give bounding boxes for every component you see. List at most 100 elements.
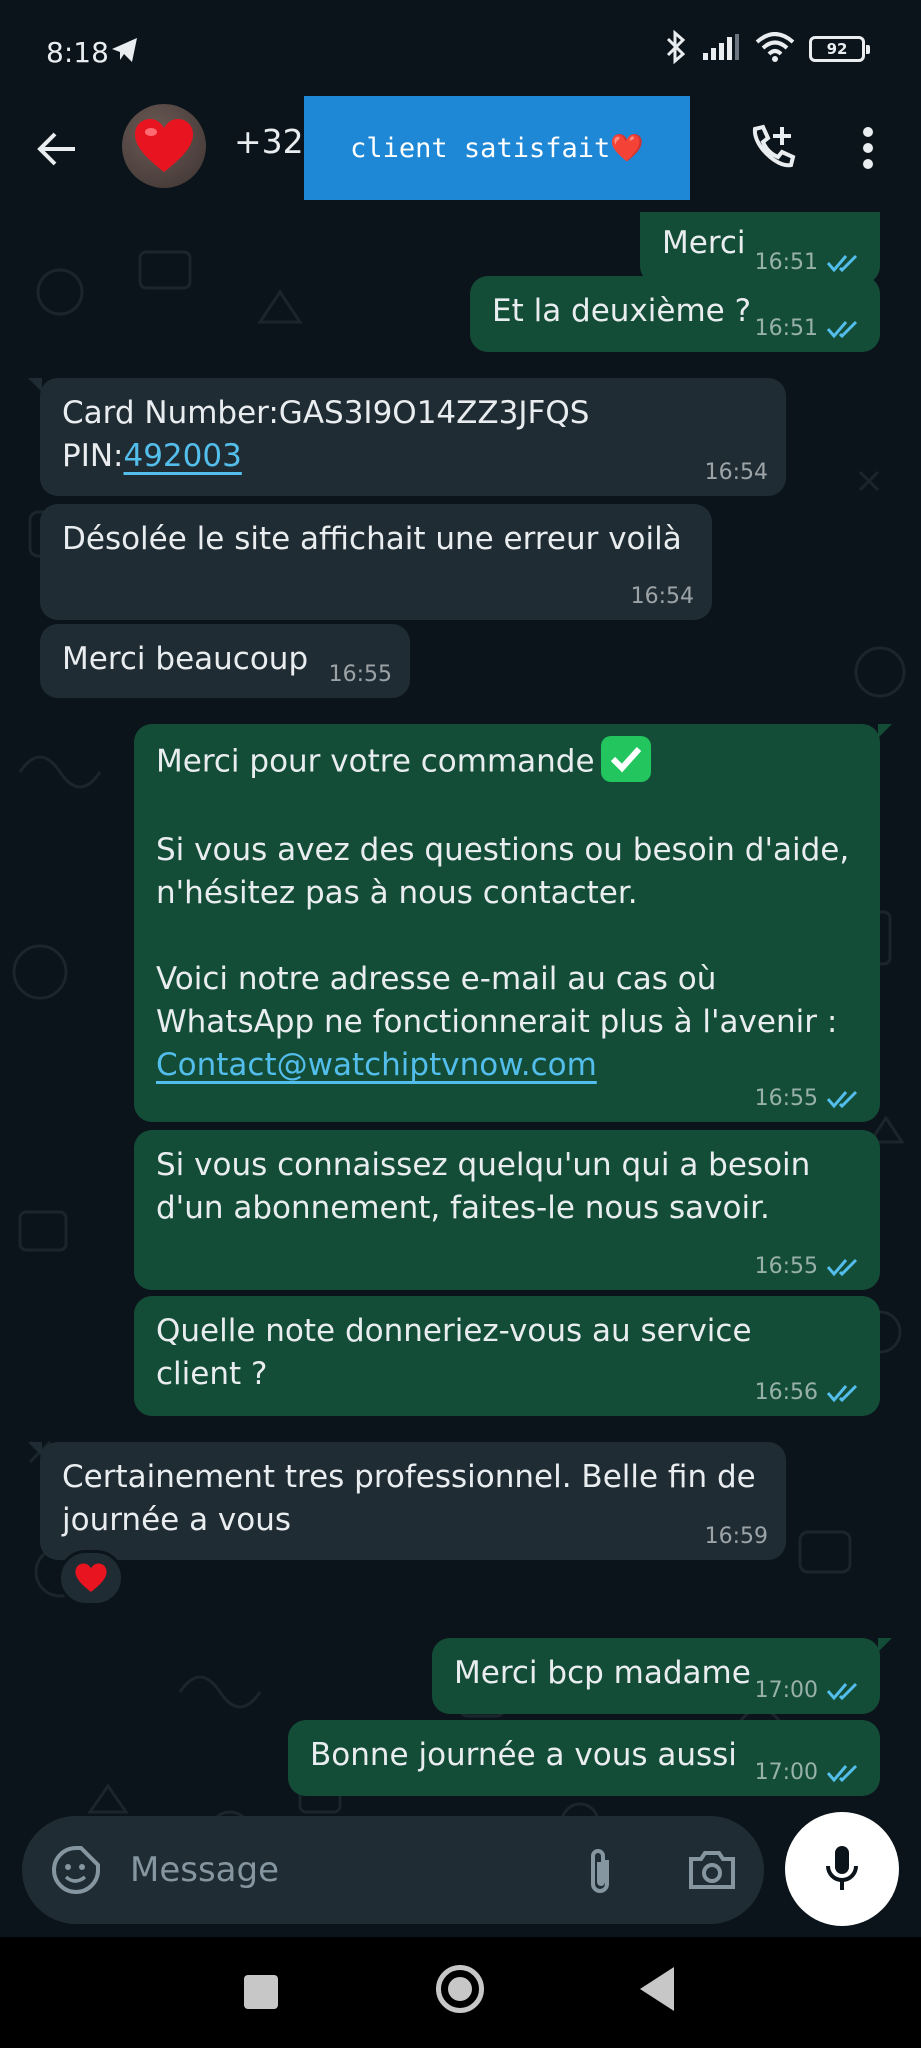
- battery-level: 92: [826, 40, 848, 58]
- system-back-button[interactable]: [640, 1967, 674, 2011]
- message-text: Card Number:GAS3I9O14ZZ3JFQS PIN:492003: [62, 392, 589, 478]
- message-time: 16:54: [704, 460, 768, 485]
- avatar[interactable]: [122, 104, 206, 188]
- message-composer: [0, 1800, 921, 1937]
- message-text: Et la deuxième ?: [492, 293, 752, 329]
- heart-icon: [75, 1563, 107, 1592]
- order-thanks-text: Merci pour votre commande: [156, 743, 595, 780]
- message-time: 16:59: [704, 1524, 768, 1549]
- more-options-button[interactable]: [848, 116, 888, 180]
- bluetooth-icon: [665, 29, 687, 68]
- message-text: Merci pour votre commande Si vous avez d…: [156, 736, 850, 1087]
- message-time: 16:55: [328, 662, 392, 687]
- signal-icon: [701, 33, 741, 65]
- heart-icon: [135, 119, 193, 172]
- message-outgoing[interactable]: Si vous connaissez quelqu'un qui a besoi…: [134, 1130, 880, 1290]
- chat-area[interactable]: Merci 16:51 Et la deuxième ? 16:51 Card …: [0, 212, 921, 1937]
- home-button[interactable]: [436, 1965, 484, 2013]
- message-meta: 16:54: [631, 586, 694, 608]
- message-time: 16:55: [754, 1254, 818, 1279]
- pin-line: PIN:492003: [62, 435, 589, 478]
- message-time: 16:55: [754, 1086, 818, 1111]
- message-meta: 17:00: [755, 1762, 862, 1784]
- message-time: 16:51: [754, 250, 818, 275]
- bubble-tail: [878, 1638, 892, 1652]
- status-time: 8:18: [46, 36, 109, 69]
- message-paragraph-2: Si vous avez des questions ou besoin d'a…: [156, 832, 850, 911]
- battery-icon: 92: [809, 36, 870, 62]
- voice-message-button[interactable]: [785, 1812, 899, 1926]
- message-paragraph-3: Voici notre adresse e-mail au cas où Wha…: [156, 961, 838, 1040]
- double-check-icon: [826, 1258, 858, 1277]
- message-outgoing[interactable]: Et la deuxième ? 16:51: [470, 276, 880, 352]
- recents-button[interactable]: [244, 1975, 278, 2009]
- camera-button[interactable]: [680, 1840, 744, 1900]
- double-check-icon: [826, 1384, 858, 1403]
- double-check-icon: [826, 1764, 858, 1783]
- back-arrow-icon: [37, 132, 75, 166]
- message-time: 16:54: [630, 584, 694, 609]
- message-text: Merci bcp madame: [454, 1655, 751, 1691]
- card-number-line: Card Number:GAS3I9O14ZZ3JFQS: [62, 395, 590, 431]
- message-input-container[interactable]: [22, 1816, 764, 1924]
- message-text: Merci: [662, 225, 746, 261]
- double-check-icon: [826, 1090, 858, 1109]
- message-time: 16:51: [754, 316, 818, 341]
- message-time: 16:56: [754, 1380, 818, 1405]
- message-incoming[interactable]: Désolée le site affichait une erreur voi…: [40, 504, 712, 620]
- bubble-tail: [878, 724, 892, 738]
- message-outgoing[interactable]: Merci bcp madame 17:00: [432, 1638, 892, 1714]
- message-text: Quelle note donneriez-vous au service cl…: [156, 1313, 752, 1392]
- message-outgoing[interactable]: Merci 16:51: [640, 212, 880, 284]
- message-meta: 16:55: [755, 1088, 862, 1110]
- message-incoming[interactable]: Merci beaucoup 16:55: [40, 624, 410, 698]
- message-text: Merci beaucoup: [62, 641, 309, 677]
- attach-button[interactable]: [570, 1840, 630, 1900]
- sticker-button[interactable]: [48, 1842, 104, 1898]
- message-input[interactable]: [130, 1844, 550, 1896]
- status-bar: 8:18 92: [0, 0, 921, 100]
- message-reaction[interactable]: [58, 1550, 124, 1606]
- message-text: Bonne journée a vous aussi: [310, 1737, 737, 1773]
- add-call-button[interactable]: [740, 116, 804, 180]
- message-text: Si vous connaissez quelqu'un qui a besoi…: [156, 1147, 811, 1226]
- double-check-icon: [826, 254, 858, 273]
- wifi-icon: [755, 32, 795, 66]
- telegram-icon: [110, 36, 140, 68]
- message-meta: 16:59: [705, 1526, 768, 1548]
- pin-value-link[interactable]: 492003: [123, 438, 241, 474]
- bubble-tail: [28, 1442, 42, 1456]
- sticker-icon: [52, 1846, 100, 1894]
- message-meta: 16:54: [705, 462, 768, 484]
- message-line-1: Merci pour votre commande: [156, 736, 849, 786]
- message-incoming[interactable]: Certainement tres professionnel. Belle f…: [28, 1442, 786, 1560]
- message-meta: 17:00: [755, 1680, 862, 1702]
- message-outgoing[interactable]: Quelle note donneriez-vous au service cl…: [134, 1296, 880, 1416]
- message-text: Désolée le site affichait une erreur voi…: [62, 521, 682, 557]
- pin-label: PIN:: [62, 438, 124, 474]
- message-text: Certainement tres professionnel. Belle f…: [62, 1459, 756, 1538]
- message-outgoing[interactable]: Merci pour votre commande Si vous avez d…: [134, 724, 892, 1122]
- message-outgoing[interactable]: Bonne journée a vous aussi 17:00: [288, 1720, 880, 1796]
- attach-icon: [591, 1849, 609, 1893]
- message-time: 17:00: [754, 1760, 818, 1785]
- bubble-tail: [28, 378, 42, 392]
- message-meta: 16:55: [755, 1256, 862, 1278]
- message-meta: 16:51: [755, 252, 862, 274]
- system-nav-bar: [0, 1937, 921, 2048]
- camera-icon: [689, 1851, 735, 1889]
- contact-name[interactable]: +32: [234, 122, 304, 161]
- email-link[interactable]: Contact@watchiptvnow.com: [156, 1047, 597, 1083]
- chat-header: +32 client satisfait❤️: [0, 96, 921, 212]
- status-icons: 92: [665, 29, 870, 68]
- check-mark-emoji-icon: [600, 736, 651, 782]
- message-meta: 16:55: [329, 664, 392, 686]
- double-check-icon: [826, 320, 858, 339]
- message-meta: 16:51: [755, 318, 862, 340]
- back-button[interactable]: [30, 122, 84, 176]
- message-incoming[interactable]: Card Number:GAS3I9O14ZZ3JFQS PIN:492003 …: [28, 378, 786, 496]
- mic-icon: [826, 1846, 858, 1890]
- message-time: 17:00: [754, 1678, 818, 1703]
- more-vert-icon: [863, 127, 873, 169]
- message-meta: 16:56: [755, 1382, 862, 1404]
